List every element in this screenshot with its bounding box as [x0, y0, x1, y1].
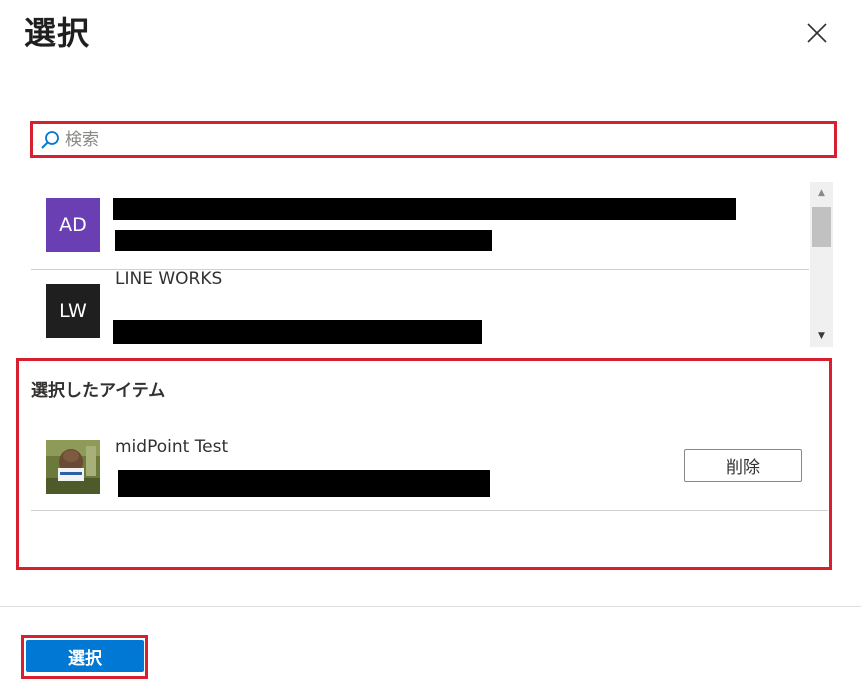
- search-icon: [41, 130, 59, 149]
- avatar: LW: [46, 284, 100, 338]
- scroll-thumb[interactable]: [812, 207, 831, 247]
- selected-item: midPoint Test 削除: [31, 420, 828, 511]
- select-button[interactable]: 選択: [26, 640, 144, 672]
- redacted-name: [113, 198, 736, 220]
- redacted-detail: [118, 470, 490, 497]
- selected-items-heading: 選択したアイテム: [31, 381, 166, 401]
- footer-divider: [0, 606, 861, 607]
- results-list[interactable]: AD LW LINE WORKS: [31, 183, 809, 346]
- list-item-name: LINE WORKS: [115, 269, 223, 289]
- results-scrollbar[interactable]: ▲ ▼: [810, 182, 833, 347]
- search-input[interactable]: [65, 129, 765, 150]
- scroll-down-arrow-icon[interactable]: ▼: [810, 325, 833, 347]
- selected-item-name: midPoint Test: [115, 437, 229, 457]
- close-icon[interactable]: [804, 20, 830, 46]
- avatar: AD: [46, 198, 100, 252]
- remove-button[interactable]: 削除: [684, 449, 802, 482]
- dialog-title: 選択: [24, 14, 91, 52]
- avatar-photo: [46, 440, 100, 494]
- redacted-detail: [115, 230, 492, 251]
- close-button[interactable]: [804, 20, 830, 46]
- scroll-up-arrow-icon[interactable]: ▲: [810, 182, 833, 204]
- redacted-detail: [113, 320, 482, 344]
- list-item[interactable]: AD: [31, 183, 809, 270]
- list-item[interactable]: LW LINE WORKS: [31, 269, 809, 346]
- search-box[interactable]: [33, 124, 834, 155]
